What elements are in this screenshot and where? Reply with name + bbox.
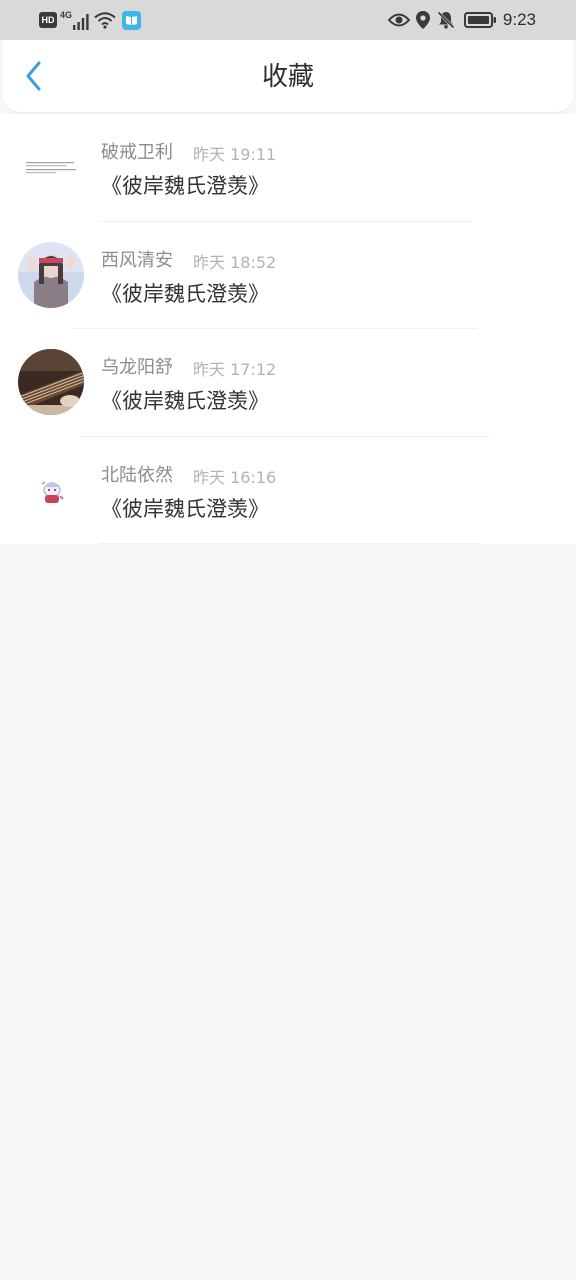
eye-icon bbox=[387, 13, 410, 27]
item-author: 乌龙阳舒 bbox=[101, 357, 173, 378]
girl-photo-avatar bbox=[18, 241, 84, 308]
item-divider bbox=[100, 543, 480, 544]
item-title: 《彼岸魏氏澄羡》 bbox=[101, 389, 269, 413]
item-time: 昨天 18:52 bbox=[193, 252, 277, 272]
location-icon bbox=[415, 11, 430, 29]
bell-off-icon bbox=[437, 11, 455, 29]
favorites-list: 破戒卫利 昨天 19:11 《彼岸魏氏澄羡》 西风清安 昨天 18:52 《彼岸… bbox=[0, 114, 576, 544]
item-author: 西风清安 bbox=[101, 249, 173, 271]
item-title: 《彼岸魏氏澄羡》 bbox=[101, 174, 269, 198]
app-header: 收藏 bbox=[2, 40, 574, 112]
status-clock: 9:23 bbox=[502, 10, 536, 29]
hd-badge: HD bbox=[39, 12, 57, 28]
item-author: 北陆依然 bbox=[101, 464, 173, 486]
item-time: 昨天 16:16 bbox=[193, 467, 277, 487]
item-title: 《彼岸魏氏澄羡》 bbox=[101, 281, 269, 306]
battery-icon bbox=[463, 12, 496, 28]
wifi-icon bbox=[94, 12, 116, 29]
status-left: HD 4G bbox=[39, 9, 142, 31]
status-bar: HD 4G 9:23 bbox=[0, 0, 576, 40]
signal-icon bbox=[73, 14, 89, 30]
text-avatar bbox=[18, 134, 84, 200]
guqin-photo-avatar bbox=[18, 349, 84, 415]
list-item[interactable]: 西风清安 昨天 18:52 《彼岸魏氏澄羡》 bbox=[0, 222, 576, 329]
network-type: 4G bbox=[60, 10, 73, 20]
status-right: 9:23 bbox=[387, 8, 536, 32]
list-item[interactable]: 乌龙阳舒 昨天 17:12 《彼岸魏氏澄羡》 bbox=[0, 329, 576, 437]
item-time: 昨天 19:11 bbox=[193, 145, 277, 164]
item-author: 破戒卫利 bbox=[101, 142, 173, 163]
item-time: 昨天 17:12 bbox=[193, 360, 277, 379]
network-indicator: 4G bbox=[60, 10, 89, 30]
app-book-icon bbox=[122, 10, 142, 30]
item-title: 《彼岸魏氏澄羡》 bbox=[101, 496, 269, 521]
page-title: 收藏 bbox=[261, 62, 314, 92]
list-item[interactable]: 北陆依然 昨天 16:16 《彼岸魏氏澄羡》 bbox=[0, 437, 576, 544]
list-item[interactable]: 破戒卫利 昨天 19:11 《彼岸魏氏澄羡》 bbox=[0, 114, 576, 222]
cartoon-avatar bbox=[18, 456, 84, 523]
